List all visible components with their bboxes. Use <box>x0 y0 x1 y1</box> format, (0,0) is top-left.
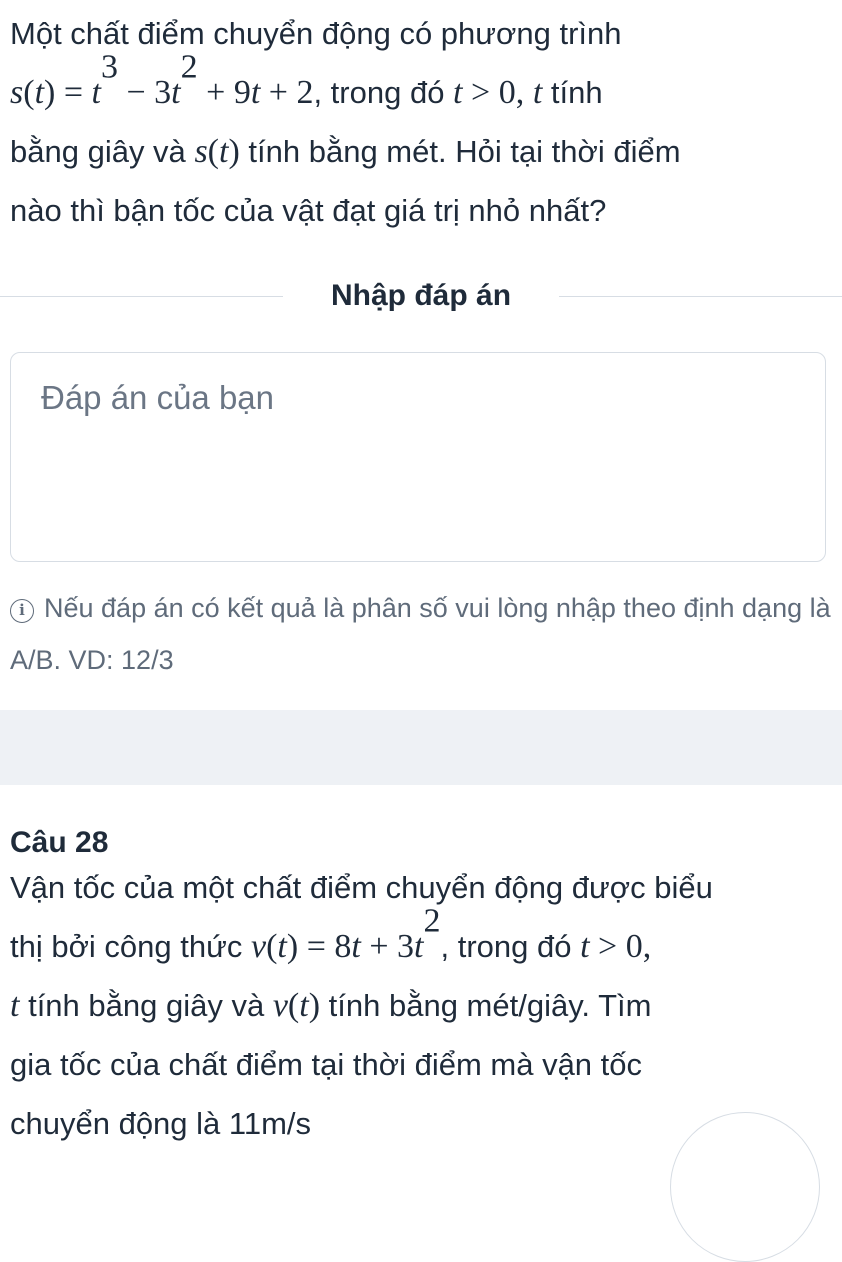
q2-condition: t > 0 <box>580 928 643 965</box>
q1-equation: s(t) = t3 − 3t2 + 9t + 2 <box>10 48 314 111</box>
q2-line4: gia tốc của chất điểm tại thời điểm mà v… <box>10 1047 643 1082</box>
info-icon: i <box>10 599 34 623</box>
q2-line5: chuyển động là 11m/s <box>10 1106 312 1141</box>
q2-line3-suffix: tính bằng mét/giây. Tìm <box>328 988 652 1023</box>
divider-right <box>559 295 842 297</box>
q2-line2-prefix: thị bởi công thức <box>10 929 243 964</box>
answer-heading: Nhập đáp án <box>331 279 512 312</box>
question-number: Câu 28 <box>10 826 109 859</box>
question-1-text: Một chất điểm chuyển động có phương trìn… <box>10 16 681 228</box>
q1-var-t: t <box>532 74 543 111</box>
q2-var-t: t <box>10 987 20 1024</box>
q2-line1: Vận tốc của một chất điểm chuyển động đư… <box>10 870 713 905</box>
q1-cond-prefix: , trong đó <box>313 75 454 110</box>
q2-equation: v(t) = 8t + 3t2 <box>251 902 441 965</box>
question-2-text: Vận tốc của một chất điểm chuyển động đư… <box>10 870 713 1141</box>
q1-line1: Một chất điểm chuyển động có phương trìn… <box>10 16 622 51</box>
answer-placeholder: Đáp án của bạn <box>41 379 275 416</box>
answer-hint: i Nếu đáp án có kết quả là phân số vui lò… <box>10 582 832 686</box>
q1-s-of-t: s(t) <box>194 133 240 170</box>
q2-line3-mid: tính bằng giây và <box>28 988 265 1023</box>
section-separator <box>0 710 842 785</box>
q1-unit-t: tính <box>550 75 603 110</box>
q1-line4: nào thì bận tốc của vật đạt giá trị nhỏ … <box>10 193 607 228</box>
partial-circle-decoration <box>670 1112 820 1262</box>
q1-condition: t > 0 <box>453 74 516 111</box>
q2-cond-prefix: , trong đó <box>440 929 572 964</box>
q1-line3: bằng giây và <box>10 134 186 169</box>
answer-heading-row: Nhập đáp án <box>0 270 842 322</box>
hint-text: Nếu đáp án có kết quả là phân số vui lòn… <box>10 593 831 675</box>
answer-input[interactable]: Đáp án của bạn <box>10 352 826 562</box>
divider-left <box>0 295 283 297</box>
q2-v-of-t: v(t) <box>272 987 321 1024</box>
q1-line3-suffix: tính bằng mét. Hỏi tại thời điểm <box>248 134 681 169</box>
